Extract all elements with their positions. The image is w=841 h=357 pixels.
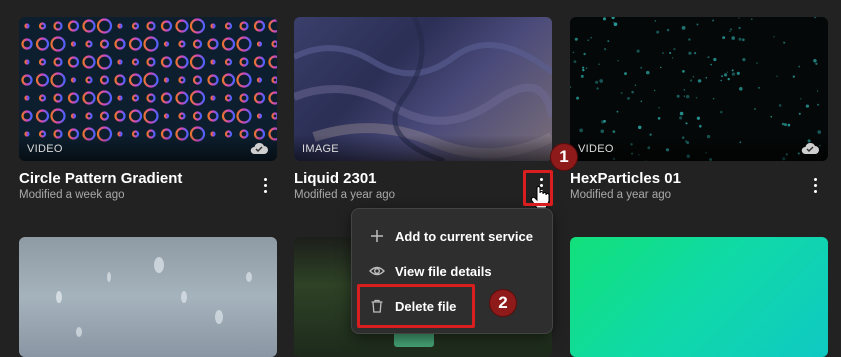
- step-2-badge: 2: [489, 289, 517, 317]
- file-title[interactable]: Circle Pattern Gradient: [19, 170, 182, 187]
- thumbnail[interactable]: [19, 237, 277, 357]
- file-modified: Modified a week ago: [19, 189, 125, 201]
- cloud-check-icon: [250, 142, 268, 154]
- menu-item-label: Add to current service: [395, 228, 533, 244]
- menu-item-view-file-details[interactable]: View file details: [352, 256, 552, 286]
- thumbnail[interactable]: IMAGE: [294, 17, 552, 161]
- rain-drops-thumbnail: [56, 257, 252, 337]
- cloud-check-icon: [801, 142, 819, 154]
- step-1-badge: 1: [550, 143, 578, 171]
- eye-icon: [369, 266, 385, 276]
- file-title[interactable]: HexParticles 01: [570, 170, 681, 187]
- media-type-label: VIDEO: [27, 143, 63, 155]
- file-modified: Modified a year ago: [570, 189, 672, 201]
- file-modified: Modified a year ago: [294, 189, 396, 201]
- highlight-delete-box: [357, 284, 475, 328]
- thumbnail[interactable]: [570, 237, 828, 357]
- thumbnail[interactable]: VIDEO: [570, 17, 828, 161]
- highlight-kebab-box: [523, 170, 553, 206]
- media-type-label: IMAGE: [302, 143, 339, 155]
- menu-item-label: View file details: [395, 263, 492, 279]
- menu-item-add-to-current-service[interactable]: Add to current service: [352, 221, 552, 251]
- file-title[interactable]: Liquid 2301: [294, 170, 377, 187]
- plus-icon: [371, 230, 383, 242]
- more-options-icon[interactable]: [256, 174, 274, 196]
- thumbnail[interactable]: VIDEO: [19, 17, 277, 161]
- media-type-label: VIDEO: [578, 143, 614, 155]
- more-options-icon[interactable]: [806, 174, 824, 196]
